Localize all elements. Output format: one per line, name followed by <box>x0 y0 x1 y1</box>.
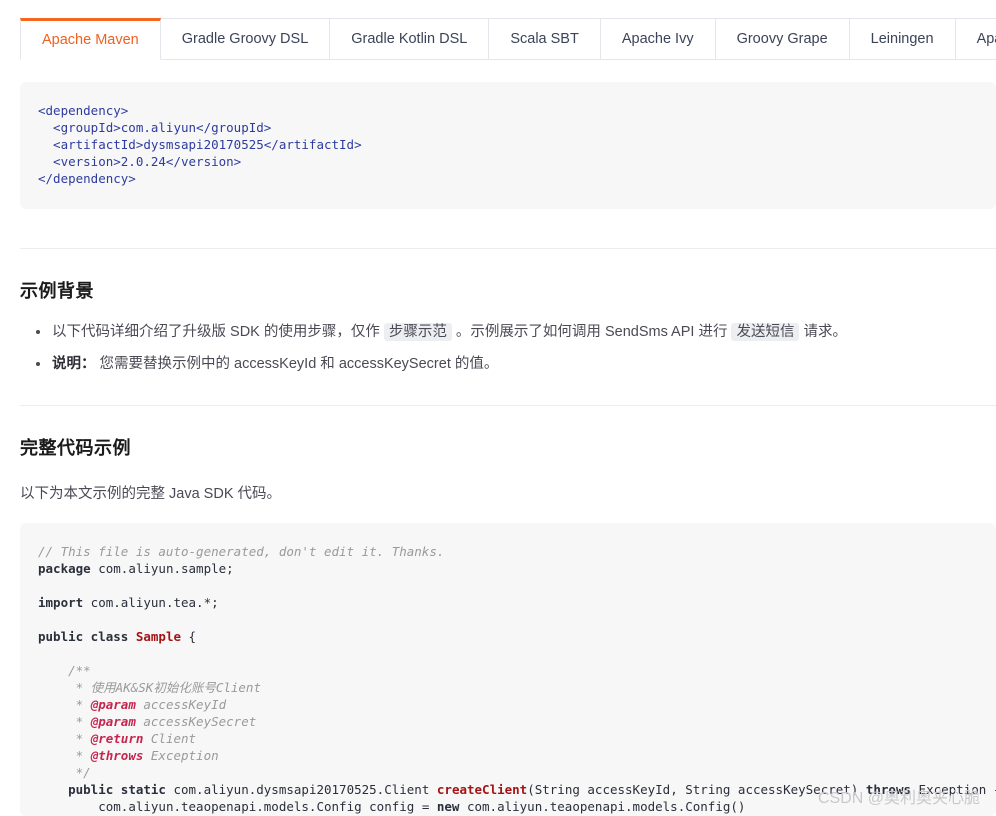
document-content: <dependency> <groupId>com.aliyun</groupI… <box>0 82 996 816</box>
tab-label: Leiningen <box>870 30 934 47</box>
code-line: // This file is auto-generated, don't ed… <box>38 543 996 560</box>
code-token: accessKeyId <box>135 697 227 712</box>
inline-code-chip: 步骤示范 <box>383 323 452 341</box>
code-line: com.aliyun.teaopenapi.models.Config conf… <box>38 798 996 815</box>
tab-label: Gradle Kotlin DSL <box>351 30 468 47</box>
code-token: * <box>68 697 91 712</box>
code-token: public class <box>38 629 129 644</box>
tab-gradle-groovy-dsl[interactable]: Gradle Groovy DSL <box>160 18 331 60</box>
dependency-code-block[interactable]: <dependency> <groupId>com.aliyun</groupI… <box>20 82 996 209</box>
list-item: 说明： 您需要替换示例中的 accessKeyId 和 accessKeySec… <box>36 351 996 377</box>
code-token: throws <box>865 782 912 797</box>
code-token: Sample <box>135 629 181 644</box>
code-line: */ <box>38 764 996 781</box>
code-line: * @throws Exception <box>38 747 996 764</box>
code-token: accessKeySecret <box>135 714 257 729</box>
tab-gradle-kotlin-dsl[interactable]: Gradle Kotlin DSL <box>330 18 490 60</box>
code-token: */ <box>68 765 91 780</box>
inline-code-chip: 发送短信 <box>731 323 800 341</box>
tab-label: Apache Ivy <box>621 30 694 47</box>
java-sample-code-block[interactable]: // This file is auto-generated, don't ed… <box>20 523 996 816</box>
code-token: @param <box>90 714 136 729</box>
bullet-label: 说明： <box>52 356 96 372</box>
code-token: * 使用AK&SK初始化账号Client <box>68 680 261 695</box>
code-line: package com.aliyun.sample; <box>38 560 996 577</box>
background-section-title: 示例背景 <box>20 281 94 301</box>
code-line: * 使用AK&SK初始化账号Client <box>38 679 996 696</box>
code-token: * <box>68 714 91 729</box>
code-line: public class Sample { <box>38 628 996 645</box>
code-line: * @return Client <box>38 730 996 747</box>
bullet-text: 以下代码详细介绍了升级版 SDK 的使用步骤，仅作 <box>52 324 384 340</box>
code-token: @return <box>90 731 144 746</box>
code-token: Exception { <box>911 782 996 797</box>
tab-label: Apache Buildr <box>976 30 996 47</box>
code-line: * @param accessKeySecret <box>38 713 996 730</box>
tab-groovy-grape[interactable]: Groovy Grape <box>715 18 850 60</box>
code-token: @param <box>90 697 136 712</box>
code-token: import <box>38 595 84 610</box>
dependency-code-text: <dependency> <groupId>com.aliyun</groupI… <box>38 103 362 186</box>
code-token: { <box>181 629 197 644</box>
code-line: /** <box>38 662 996 679</box>
bullet-text: 。示例展示了如何调用 SendSms API 进行 <box>451 324 732 340</box>
tab-leiningen[interactable]: Leiningen <box>849 18 956 60</box>
package-manager-tabs[interactable]: Apache Maven Gradle Groovy DSL Gradle Kotl… <box>20 18 996 60</box>
code-token: createClient <box>436 782 528 797</box>
code-line: import com.aliyun.tea.*; <box>38 594 996 611</box>
code-token: com.aliyun.sample; <box>90 561 234 576</box>
code-token: com.aliyun.dysmsapi20170525.Client <box>165 782 437 797</box>
section-divider-2 <box>20 405 996 406</box>
code-token: com.aliyun.teaopenapi.models.Config() <box>459 799 746 814</box>
code-token: // This file is auto-generated, don't ed… <box>38 544 445 559</box>
background-bullet-list: 以下代码详细介绍了升级版 SDK 的使用步骤，仅作 步骤示范 。示例展示了如何调… <box>0 319 996 377</box>
code-token: package <box>38 561 91 576</box>
code-token: (String accessKeyId, String accessKeySec… <box>527 782 866 797</box>
tab-label: Groovy Grape <box>736 30 828 47</box>
tab-apache-ivy[interactable]: Apache Ivy <box>600 18 716 60</box>
code-token: public static <box>68 782 166 797</box>
code-token: com.aliyun.tea.*; <box>83 595 219 610</box>
tab-apache-buildr[interactable]: Apache Buildr <box>955 18 996 60</box>
code-token: * <box>68 731 91 746</box>
list-item: 以下代码详细介绍了升级版 SDK 的使用步骤，仅作 步骤示范 。示例展示了如何调… <box>36 319 996 345</box>
section-divider-1 <box>20 248 996 249</box>
bullet-text: 请求。 <box>799 324 848 340</box>
tab-apache-maven[interactable]: Apache Maven <box>20 18 161 60</box>
code-token: new <box>436 799 460 814</box>
code-section-title: 完整代码示例 <box>20 438 131 458</box>
bullet-text: 您需要替换示例中的 accessKeyId 和 accessKeySecret … <box>95 356 499 372</box>
code-token: /** <box>68 663 91 678</box>
code-section-lead: 以下为本文示例的完整 Java SDK 代码。 <box>20 486 282 502</box>
code-token: Client <box>143 731 197 746</box>
code-token: * <box>68 748 91 763</box>
tab-label: Gradle Groovy DSL <box>181 30 309 47</box>
code-token: com.aliyun.teaopenapi.models.Config conf… <box>98 799 437 814</box>
tab-label: Scala SBT <box>510 30 579 47</box>
code-line: * @param accessKeyId <box>38 696 996 713</box>
code-line: public static com.aliyun.dysmsapi2017052… <box>38 781 996 798</box>
tab-scala-sbt[interactable]: Scala SBT <box>489 18 601 60</box>
code-token: Exception <box>143 748 219 763</box>
code-token: @throws <box>90 748 144 763</box>
tab-label: Apache Maven <box>42 31 139 48</box>
